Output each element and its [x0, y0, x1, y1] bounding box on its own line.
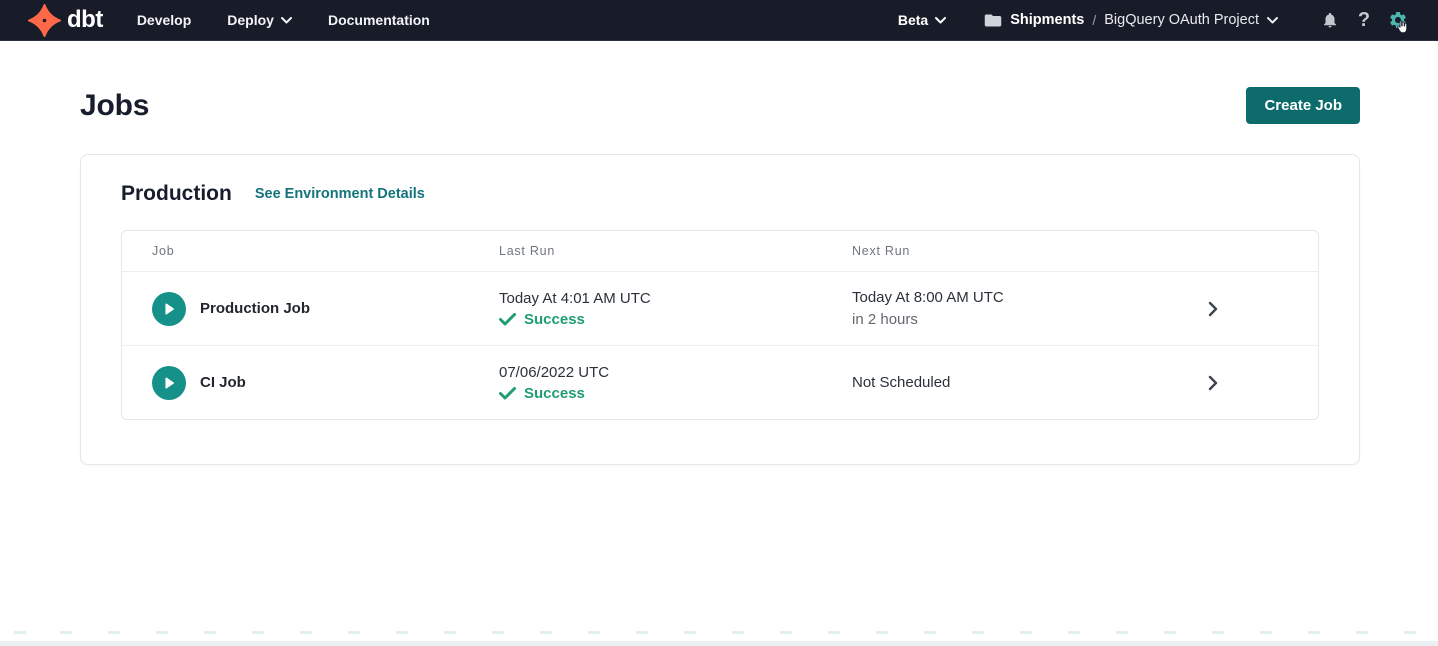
table-row-ci-job[interactable]: CI Job 07/06/2022 UTC Success Not Schedu… [122, 345, 1318, 419]
create-job-button[interactable]: Create Job [1246, 87, 1360, 124]
run-job-play-button[interactable] [152, 292, 186, 326]
top-navbar: dbt Develop Deploy Documentation Beta Sh… [0, 0, 1438, 41]
next-run-time: Today At 8:00 AM UTC [852, 288, 1108, 307]
environment-details-link[interactable]: See Environment Details [255, 186, 425, 202]
navbar-right: Beta Shipments / BigQuery OAuth Project [898, 6, 1412, 34]
dbt-logo[interactable]: dbt [28, 4, 103, 37]
next-run-relative: in 2 hours [852, 310, 1108, 329]
chevron-down-icon [935, 17, 946, 24]
project-dropdown[interactable]: BigQuery OAuth Project [1104, 12, 1278, 28]
last-run-time: 07/06/2022 UTC [499, 363, 852, 382]
jobs-table-header: Job Last Run Next Run [122, 231, 1318, 271]
settings-button[interactable] [1384, 6, 1412, 34]
next-run-cell: Today At 8:00 AM UTC in 2 hours [852, 288, 1108, 329]
page-header: Jobs Create Job [80, 87, 1360, 124]
status-line: Success [499, 311, 852, 328]
notifications-button[interactable] [1316, 6, 1344, 34]
status-badge: Success [524, 385, 585, 402]
nav-documentation-label: Documentation [328, 0, 430, 41]
run-job-play-button[interactable] [152, 366, 186, 400]
next-run-time: Not Scheduled [852, 373, 1108, 392]
chevron-right-icon [1208, 301, 1218, 317]
dbt-logo-icon [28, 4, 61, 37]
breadcrumb-account[interactable]: Shipments [1010, 12, 1084, 28]
status-badge: Success [524, 311, 585, 328]
environment-header: Production See Environment Details [121, 182, 1319, 206]
brand-wordmark: dbt [67, 8, 103, 32]
help-button[interactable]: ? [1350, 6, 1378, 34]
primary-nav: Develop Deploy Documentation [137, 0, 430, 41]
job-name: Production Job [200, 300, 310, 317]
beta-label: Beta [898, 12, 928, 28]
job-cell: Production Job [122, 292, 499, 326]
bottom-strip [0, 641, 1438, 646]
column-header-job: Job [122, 244, 499, 258]
breadcrumb-separator: / [1092, 12, 1096, 28]
nav-deploy-label: Deploy [227, 0, 274, 41]
nav-documentation[interactable]: Documentation [328, 0, 430, 41]
chevron-right-icon [1208, 375, 1218, 391]
check-icon [499, 313, 516, 326]
check-icon [499, 387, 516, 400]
status-line: Success [499, 385, 852, 402]
chevron-down-icon [281, 17, 292, 24]
next-run-cell: Not Scheduled [852, 373, 1108, 392]
last-run-time: Today At 4:01 AM UTC [499, 289, 852, 308]
beta-dropdown[interactable]: Beta [898, 12, 946, 28]
last-run-cell: Today At 4:01 AM UTC Success [499, 289, 852, 328]
mouse-cursor-icon [1395, 19, 1410, 35]
chevron-down-icon [1267, 17, 1278, 24]
folder-icon [984, 13, 1002, 28]
nav-deploy[interactable]: Deploy [227, 0, 292, 41]
breadcrumb-project: BigQuery OAuth Project [1104, 12, 1259, 28]
jobs-table: Job Last Run Next Run Production Job Tod… [121, 230, 1319, 420]
row-open-button[interactable] [1108, 301, 1318, 317]
bell-icon [1321, 11, 1339, 29]
column-header-next-run: Next Run [852, 244, 1108, 258]
job-name: CI Job [200, 374, 246, 391]
page-title: Jobs [80, 89, 149, 123]
environment-name: Production [121, 182, 232, 206]
main-content: Jobs Create Job Production See Environme… [0, 87, 1438, 465]
bottom-dashed-decoration [0, 631, 1438, 634]
row-open-button[interactable] [1108, 375, 1318, 391]
table-row-production-job[interactable]: Production Job Today At 4:01 AM UTC Succ… [122, 271, 1318, 345]
column-header-last-run: Last Run [499, 244, 852, 258]
nav-develop[interactable]: Develop [137, 0, 191, 41]
last-run-cell: 07/06/2022 UTC Success [499, 363, 852, 402]
environment-card: Production See Environment Details Job L… [80, 154, 1360, 465]
nav-develop-label: Develop [137, 0, 191, 41]
job-cell: CI Job [122, 366, 499, 400]
breadcrumb: Shipments / BigQuery OAuth Project [984, 12, 1278, 28]
question-mark-icon: ? [1358, 10, 1370, 30]
